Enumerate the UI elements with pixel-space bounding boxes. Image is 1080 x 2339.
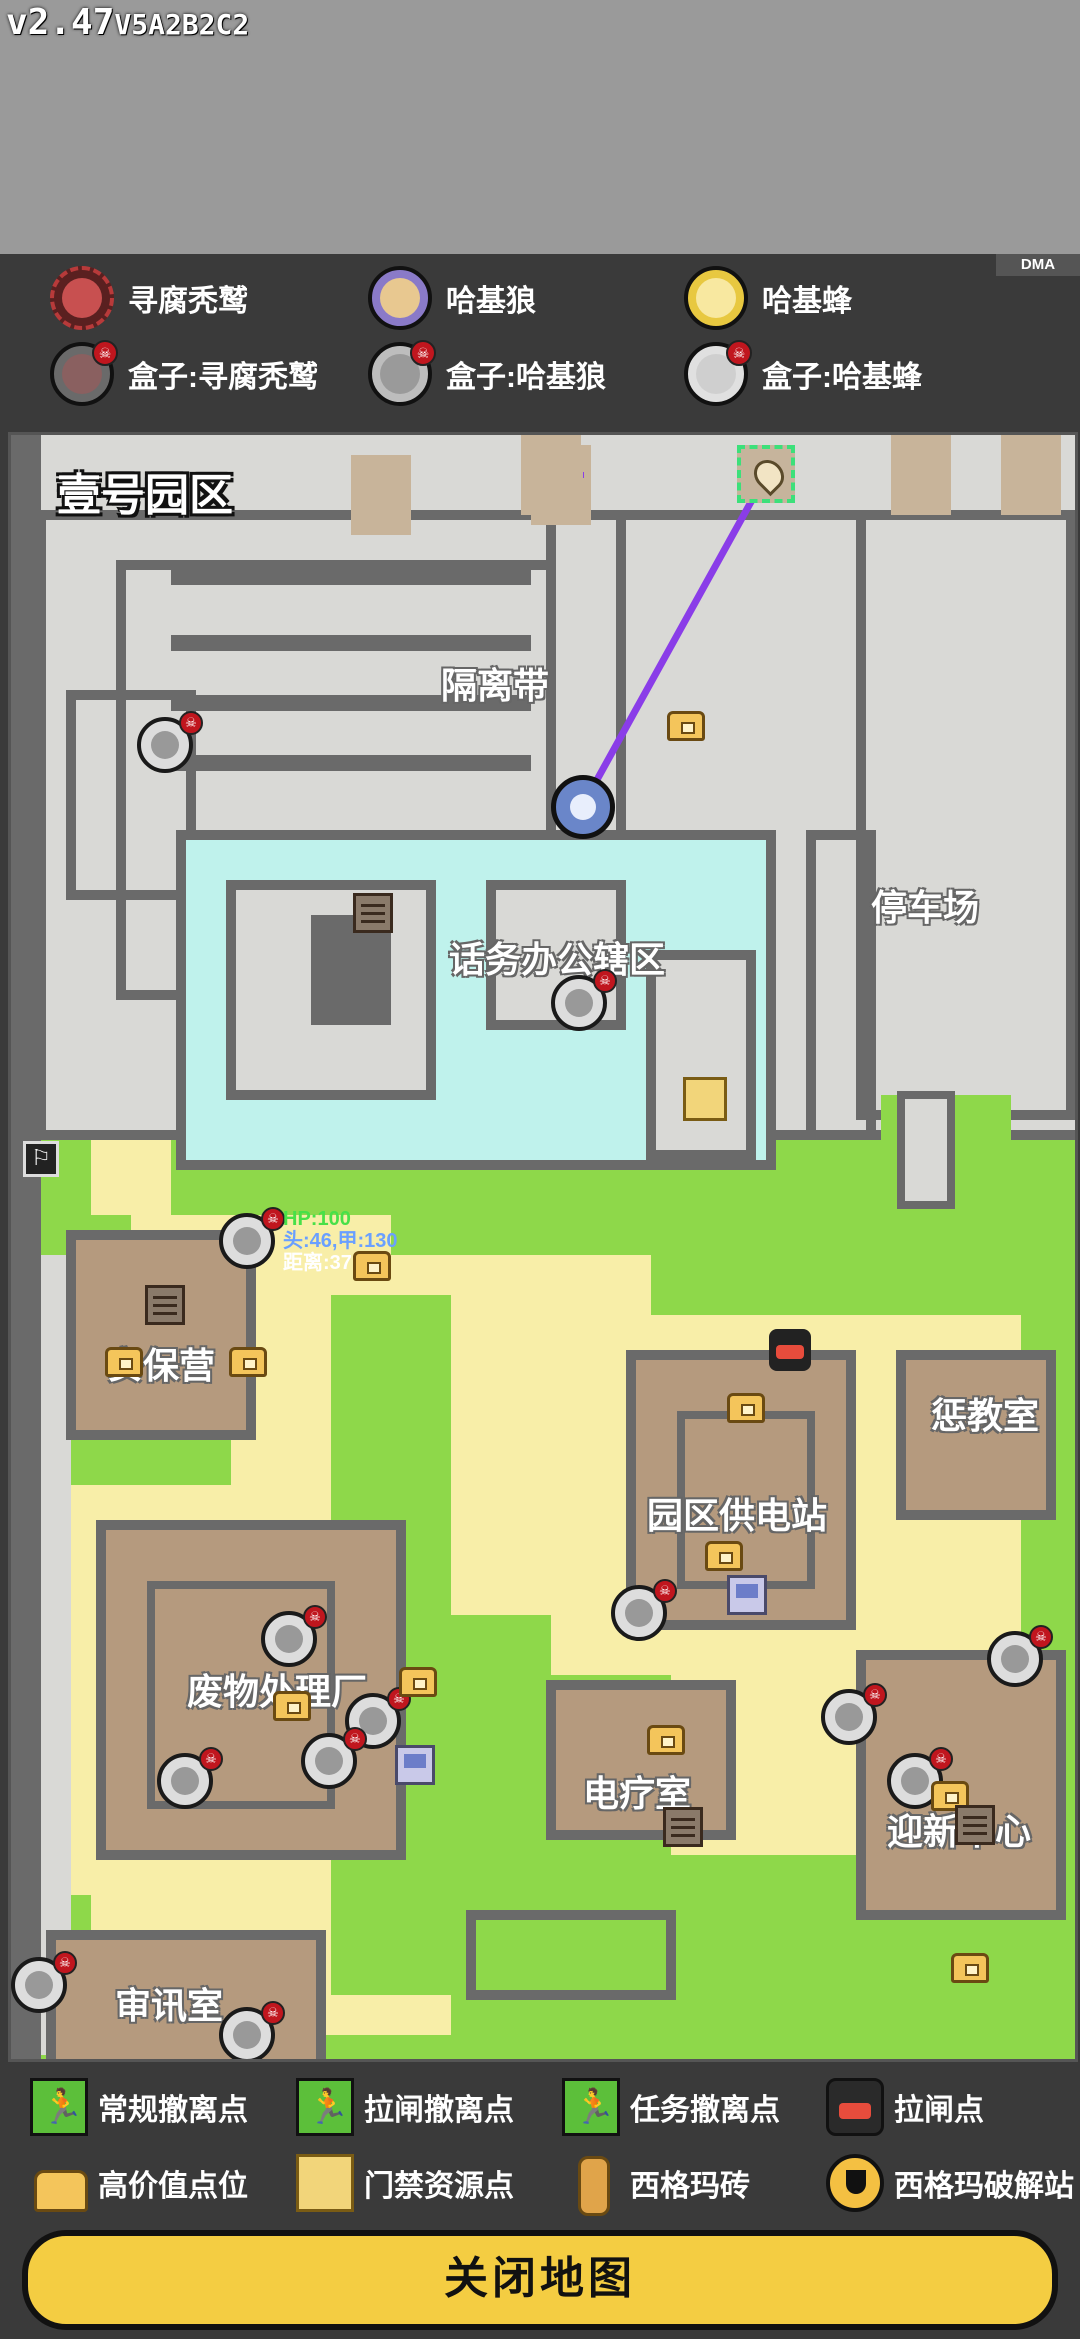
enemy-box-icon[interactable]: ☠	[821, 1683, 887, 1745]
area-label-isolation: 隔离带	[441, 665, 550, 706]
mission-extract-icon	[562, 2078, 620, 2136]
access-resource-icon[interactable]	[683, 1077, 727, 1121]
enemy-armor-label: 头:46,甲:130	[283, 1230, 398, 1252]
legend-access-resource: 门禁资源点	[296, 2154, 514, 2212]
enemy-box-icon[interactable]: ☠	[219, 2001, 285, 2059]
enemy-box-icon[interactable]: ☠	[987, 1625, 1053, 1687]
skull-icon: ☠	[92, 340, 118, 366]
box-bee-icon: ☠	[684, 340, 752, 406]
dma-badge: DMA	[996, 254, 1080, 276]
lever-extract-icon	[296, 2078, 354, 2136]
enemy-box-icon[interactable]: ☠	[11, 1951, 77, 2013]
legend-sigma-brick: 西格玛砖	[562, 2154, 750, 2216]
enemy-box-icon[interactable]: ☠	[551, 969, 617, 1031]
high-value-chest-icon[interactable]	[951, 1953, 989, 1983]
zone-title: 壹号园区	[57, 471, 233, 520]
version-label: v2.47V5A2B2C2	[6, 2, 250, 43]
normal-extract-icon	[30, 2078, 88, 2136]
area-label-discipline: 惩教室	[931, 1395, 1040, 1436]
area-label-office: 话务办公辖区	[449, 939, 666, 980]
target-waypoint-icon[interactable]	[737, 445, 795, 503]
enemy-box-icon[interactable]: ☠	[611, 1579, 677, 1641]
resource-terminal-icon[interactable]	[395, 1745, 435, 1785]
skull-icon: ☠	[410, 340, 436, 366]
access-resource-icon	[296, 2154, 354, 2212]
resource-terminal-icon[interactable]	[727, 1575, 767, 1615]
access-door-icon[interactable]	[955, 1805, 995, 1845]
legend-lever-extract: 拉闸撤离点	[296, 2078, 514, 2136]
player-icon	[551, 775, 615, 839]
legend-wolf: 哈基狼	[368, 266, 536, 330]
high-value-chest-icon[interactable]	[273, 1691, 311, 1721]
sigma-crack-icon	[826, 2154, 884, 2212]
box-vulture-icon: ☠	[50, 340, 118, 406]
enemy-box-icon[interactable]: ☠	[301, 1727, 367, 1789]
high-value-chest-icon[interactable]	[727, 1393, 765, 1423]
legend-box-bee: ☠ 盒子:哈基蜂	[684, 340, 922, 406]
enemy-box-icon[interactable]: ☠	[137, 711, 203, 773]
high-value-chest-icon[interactable]	[667, 711, 705, 741]
lever-point-icon	[826, 2078, 884, 2136]
access-door-icon[interactable]	[353, 893, 393, 933]
area-label-power-station: 园区供电站	[647, 1495, 828, 1536]
legend-bee: 哈基蜂	[684, 266, 852, 330]
high-value-chest-icon[interactable]	[399, 1667, 437, 1697]
access-door-icon[interactable]	[663, 1807, 703, 1847]
close-map-button[interactable]: 关闭地图	[22, 2230, 1058, 2330]
legend-sigma-crack: 西格玛破解站	[826, 2154, 1074, 2212]
area-label-interrogation: 审讯室	[115, 1985, 224, 2026]
high-value-chest-icon[interactable]	[647, 1725, 685, 1755]
area-label-parking: 停车场	[871, 887, 980, 928]
high-value-chest-icon[interactable]	[705, 1541, 743, 1571]
high-value-chest-icon[interactable]	[229, 1347, 267, 1377]
box-wolf-icon: ☠	[368, 340, 436, 406]
high-value-chest-icon[interactable]	[105, 1347, 143, 1377]
access-door-icon[interactable]	[145, 1285, 185, 1325]
legend-lever-point: 拉闸点	[826, 2078, 984, 2136]
enemy-distance-label: 距离:37	[283, 1252, 352, 1274]
sigma-brick-icon	[562, 2154, 620, 2216]
wolf-avatar-icon	[368, 266, 432, 330]
extract-point-icon[interactable]: ⚐	[23, 1141, 59, 1177]
legend-normal-extract: 常规撤离点	[30, 2078, 248, 2136]
legend-vulture: 寻腐秃鹫	[50, 266, 248, 330]
enemy-box-icon[interactable]: ☠	[261, 1605, 327, 1667]
legend-box-wolf: ☠ 盒子:哈基狼	[368, 340, 606, 406]
legend-mission-extract: 任务撤离点	[562, 2078, 780, 2136]
high-value-chest-icon[interactable]	[353, 1251, 391, 1281]
enemy-box-icon[interactable]: ☠	[219, 1207, 285, 1269]
legend-box-vulture: ☠ 盒子:寻腐秃鹫	[50, 340, 318, 406]
enemy-box-icon[interactable]: ☠	[157, 1747, 223, 1809]
lever-point-icon[interactable]	[769, 1329, 811, 1371]
vulture-avatar-icon	[50, 266, 114, 330]
enemy-hp-label: HP:100	[283, 1208, 351, 1230]
skull-icon: ☠	[726, 340, 752, 366]
bee-avatar-icon	[684, 266, 748, 330]
legend-high-value: 高价值点位	[30, 2154, 248, 2212]
game-map[interactable]: 壹号园区 隔离带 话务办公辖区 停车场 安保营 惩教室 园区供电站 废物处理厂 …	[8, 432, 1078, 2062]
chest-icon	[30, 2154, 88, 2212]
